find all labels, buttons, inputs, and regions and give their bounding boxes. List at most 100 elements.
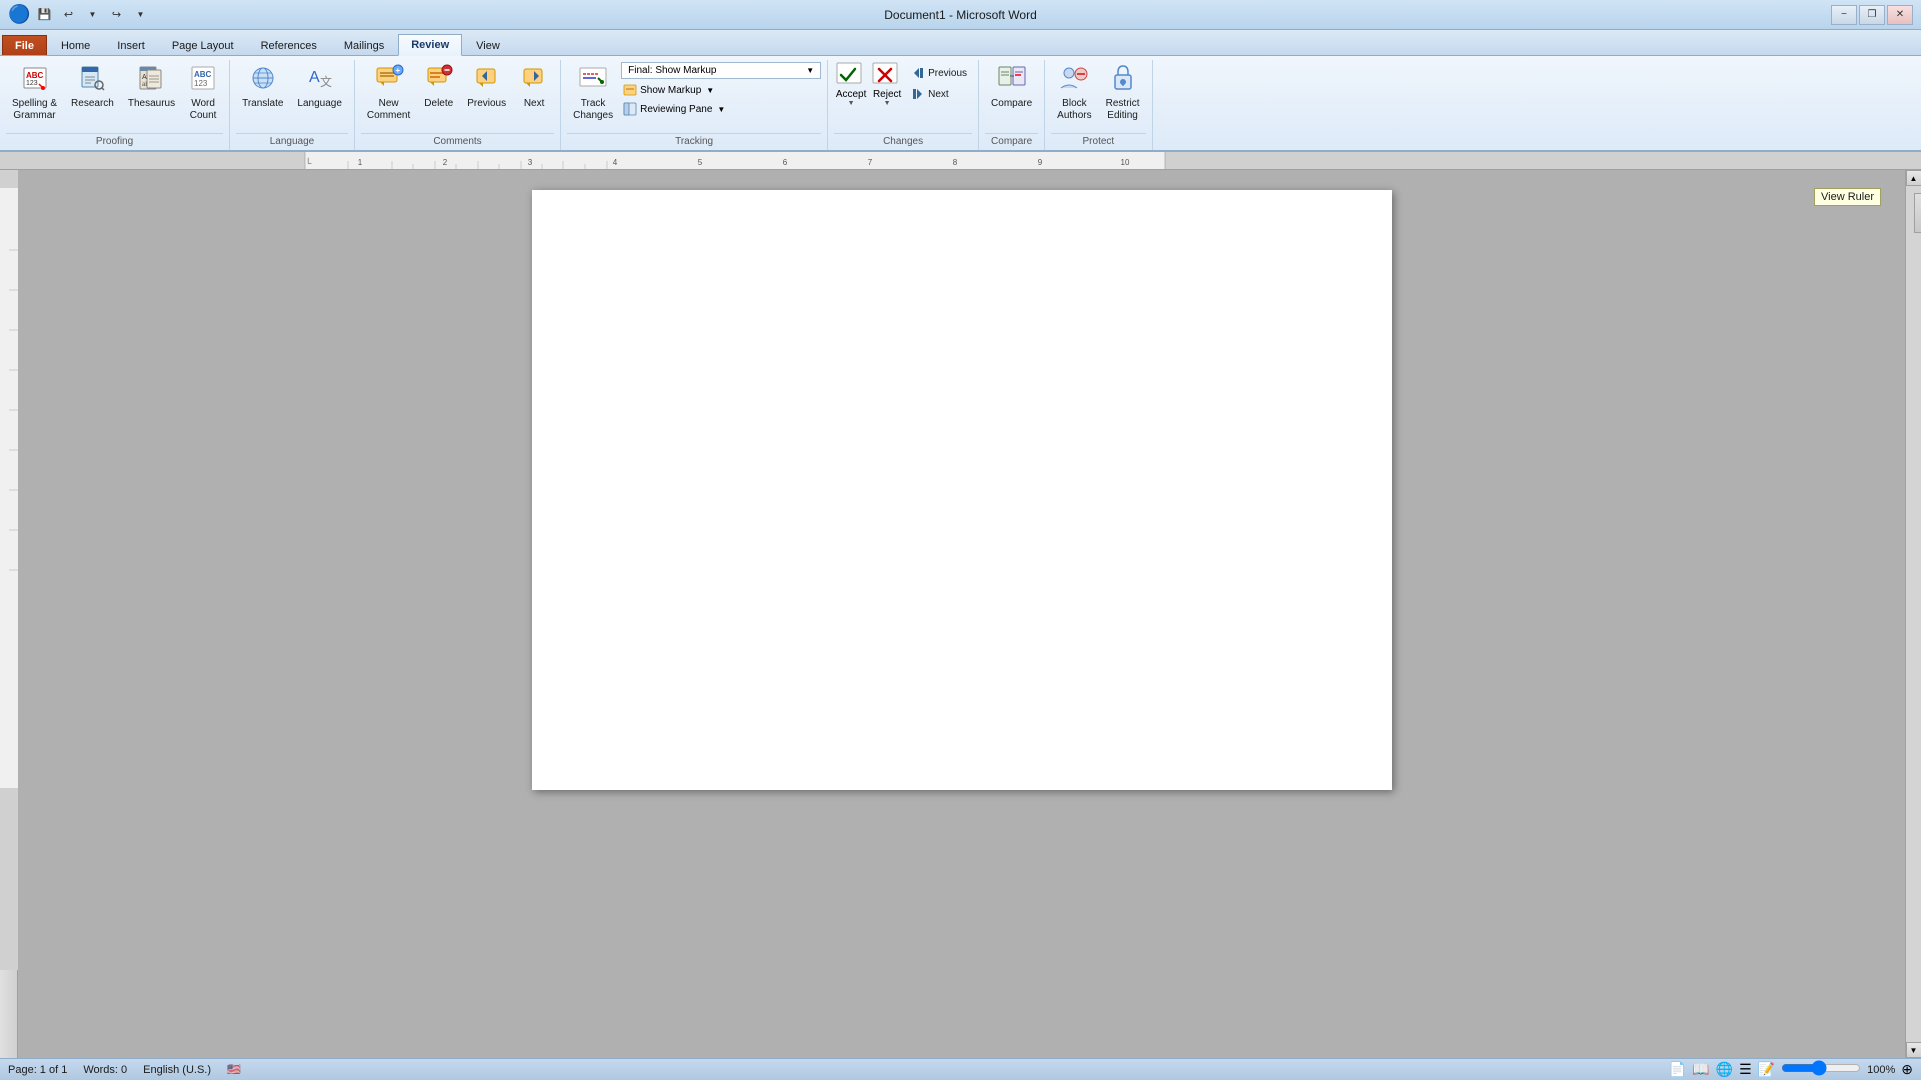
- zoom-range[interactable]: [1781, 1060, 1861, 1076]
- tab-references[interactable]: References: [248, 35, 330, 55]
- tab-home[interactable]: Home: [48, 35, 103, 55]
- ribbon-tabs: File Home Insert Page Layout References …: [0, 30, 1921, 56]
- tab-mailings[interactable]: Mailings: [331, 35, 397, 55]
- language-group-label: Language: [236, 133, 348, 150]
- thesaurus-icon: ABC abc: [137, 64, 165, 96]
- horizontal-ruler: 1 2 3 4 5 6 7 8 9 10: [0, 152, 1921, 170]
- svg-text:A: A: [309, 69, 320, 86]
- accept-label: Accept: [836, 89, 867, 100]
- next-change-icon: [911, 88, 925, 100]
- tab-page-layout[interactable]: Page Layout: [159, 35, 247, 55]
- previous-comment-label: Previous: [467, 98, 506, 110]
- track-changes-icon: [578, 64, 608, 96]
- new-comment-icon: +: [374, 64, 404, 96]
- scroll-thumb[interactable]: [1914, 193, 1921, 233]
- word-count-icon: ABC 123: [189, 64, 217, 96]
- translate-label: Translate: [242, 98, 283, 110]
- tab-review[interactable]: Review: [398, 34, 462, 56]
- view-fullread-button[interactable]: 📖: [1692, 1061, 1709, 1078]
- svg-text:4: 4: [613, 158, 618, 167]
- new-comment-button[interactable]: + NewComment: [361, 60, 416, 126]
- svg-text:9: 9: [1038, 158, 1043, 167]
- accept-button[interactable]: Accept ▼: [834, 60, 868, 108]
- close-button[interactable]: ✕: [1887, 5, 1913, 25]
- view-outline-button[interactable]: ☰: [1739, 1061, 1752, 1078]
- svg-text:└: └: [305, 157, 312, 168]
- previous-change-button[interactable]: Previous: [906, 64, 972, 82]
- view-web-button[interactable]: 🌐: [1716, 1061, 1733, 1078]
- view-draft-button[interactable]: 📝: [1758, 1061, 1775, 1078]
- vertical-scrollbar[interactable]: ▲ ▼: [1905, 170, 1921, 1058]
- show-markup-button[interactable]: Show Markup ▼: [621, 82, 821, 98]
- scroll-up-button[interactable]: ▲: [1906, 170, 1921, 186]
- block-authors-button[interactable]: BlockAuthors: [1051, 60, 1097, 126]
- tab-file[interactable]: File: [2, 35, 47, 55]
- compare-group-label: Compare: [985, 133, 1038, 150]
- svg-text:2: 2: [443, 158, 448, 167]
- status-bar: Page: 1 of 1 Words: 0 English (U.S.) 🇺🇸 …: [0, 1058, 1921, 1080]
- thesaurus-label: Thesaurus: [128, 98, 175, 110]
- next-change-button[interactable]: Next: [906, 85, 972, 103]
- track-changes-button[interactable]: TrackChanges: [567, 60, 619, 126]
- delete-label: Delete: [424, 98, 453, 110]
- qat-redo[interactable]: ↪: [106, 5, 126, 25]
- compare-label: Compare: [991, 98, 1032, 110]
- title-bar-left: 🔵 💾 ↩ ▼ ↪ ▼: [8, 4, 150, 25]
- research-button[interactable]: Research: [65, 60, 120, 114]
- proofing-group-label: Proofing: [6, 133, 223, 150]
- qat-save[interactable]: 💾: [34, 5, 54, 25]
- qat-undo-arrow[interactable]: ▼: [82, 5, 102, 25]
- comments-group-label: Comments: [361, 133, 554, 150]
- show-markup-arrow: ▼: [706, 86, 714, 95]
- ribbon-group-compare: Compare Compare: [979, 60, 1045, 150]
- zoom-slider[interactable]: [1781, 1060, 1861, 1079]
- spelling-grammar-button[interactable]: ABC 123 Spelling &Grammar: [6, 60, 63, 126]
- spelling-label: Spelling &Grammar: [12, 98, 57, 122]
- tab-insert[interactable]: Insert: [104, 35, 158, 55]
- compare-button[interactable]: Compare: [985, 60, 1038, 114]
- research-label: Research: [71, 98, 114, 110]
- svg-text:8: 8: [953, 158, 958, 167]
- qat-undo[interactable]: ↩: [58, 5, 78, 25]
- protect-group-label: Protect: [1051, 133, 1145, 150]
- scroll-down-button[interactable]: ▼: [1906, 1042, 1921, 1058]
- document-page[interactable]: [532, 190, 1392, 790]
- restrict-editing-button[interactable]: RestrictEditing: [1100, 60, 1146, 126]
- doc-body: ▲ ▼: [0, 170, 1921, 1058]
- tab-view[interactable]: View: [463, 35, 513, 55]
- ribbon-group-language: Translate A 文 Language Language: [230, 60, 355, 150]
- svg-text:ABC: ABC: [26, 71, 44, 80]
- restrict-editing-label: RestrictEditing: [1106, 98, 1140, 122]
- reject-button[interactable]: Reject ▼: [870, 60, 904, 108]
- reject-arrow: ▼: [884, 100, 891, 107]
- markup-dropdown-arrow: ▼: [806, 66, 814, 75]
- compare-icon: [997, 64, 1027, 96]
- thesaurus-button[interactable]: ABC abc Thesaurus: [122, 60, 181, 114]
- ribbon-group-proofing: ABC 123 Spelling &Grammar: [0, 60, 230, 150]
- restore-button[interactable]: ❐: [1859, 5, 1885, 25]
- zoom-in-button[interactable]: ⊕: [1901, 1061, 1913, 1078]
- reviewing-pane-icon: [623, 102, 637, 116]
- svg-text:1: 1: [358, 158, 363, 167]
- svg-text:ABC: ABC: [194, 70, 212, 79]
- previous-comment-button[interactable]: Previous: [461, 60, 512, 114]
- minimize-button[interactable]: −: [1831, 5, 1857, 25]
- vertical-ruler: [0, 170, 18, 1058]
- ribbon-group-changes: Accept ▼ Reject ▼: [828, 60, 979, 150]
- language-button[interactable]: A 文 Language: [291, 60, 348, 114]
- translate-icon: [249, 64, 277, 96]
- translate-button[interactable]: Translate: [236, 60, 289, 114]
- tracking-group-label: Tracking: [567, 133, 821, 150]
- markup-dropdown[interactable]: Final: Show Markup ▼: [621, 62, 821, 79]
- next-comment-button[interactable]: Next: [514, 60, 554, 114]
- accept-arrow: ▼: [848, 100, 855, 107]
- doc-canvas: [18, 170, 1905, 1058]
- reviewing-pane-button[interactable]: Reviewing Pane ▼: [621, 101, 821, 117]
- delete-button[interactable]: Delete: [418, 60, 459, 114]
- word-count-button[interactable]: ABC 123 WordCount: [183, 60, 223, 126]
- svg-text:123: 123: [26, 80, 38, 87]
- qat-more[interactable]: ▼: [130, 5, 150, 25]
- ribbon-group-protect: BlockAuthors RestrictEditing Protect: [1045, 60, 1152, 150]
- track-changes-label: TrackChanges: [573, 98, 613, 122]
- view-print-button[interactable]: 📄: [1669, 1061, 1686, 1078]
